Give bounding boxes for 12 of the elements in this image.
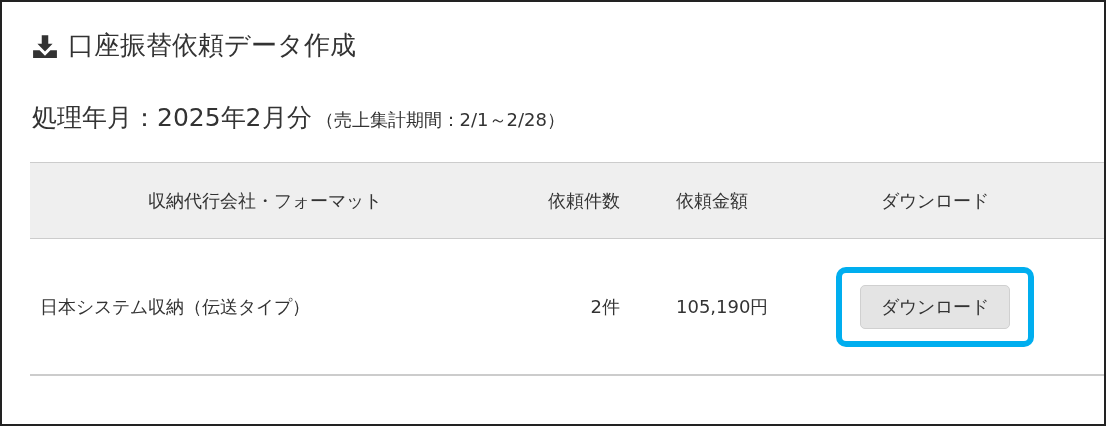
column-header: 依頼金額 — [675, 188, 749, 213]
table-cell-text: 105,190円 — [675, 294, 770, 319]
download-button[interactable]: ダウンロード — [860, 284, 1010, 329]
table-cell-text: 日本システム収納（伝送タイプ） — [39, 294, 311, 319]
period-note: （売上集計期間：2/1～2/28） — [315, 108, 565, 132]
table-cell-text: 2件 — [589, 294, 620, 319]
period-label: 処理年月：2025年2月分 — [32, 102, 312, 134]
column-header: ダウンロード — [880, 188, 990, 213]
column-header: 依頼件数 — [547, 188, 620, 213]
download-icon — [32, 32, 58, 59]
page-title: 口座振替依頼データ作成 — [68, 29, 356, 62]
column-header: 収納代行会社・フォーマット — [147, 188, 383, 213]
